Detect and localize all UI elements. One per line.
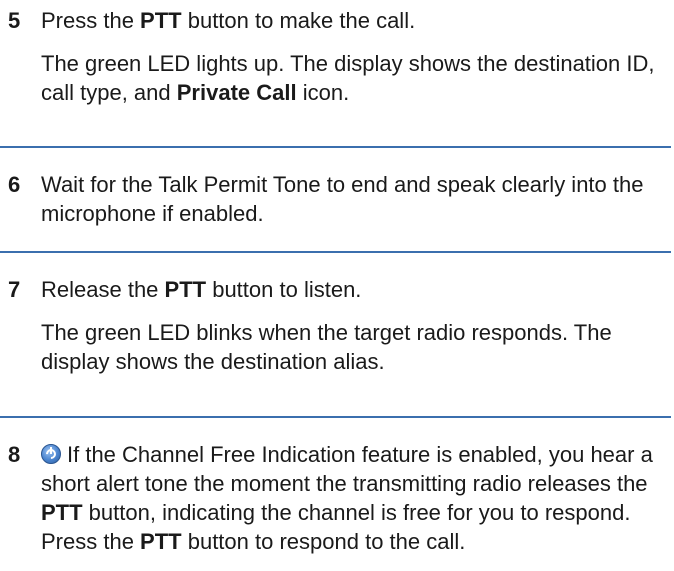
- ptt-label: PTT: [140, 529, 182, 554]
- step-instruction: Press the PTT button to make the call.: [41, 8, 416, 33]
- manual-page: 5 Press the PTT button to make the call.…: [0, 0, 674, 571]
- step-body: Release the PTT button to listen. The gr…: [41, 275, 670, 376]
- step-body: Press the PTT button to make the call. T…: [41, 6, 670, 107]
- ptt-label: PTT: [41, 500, 83, 525]
- step-body: If the Channel Free Indication feature i…: [41, 440, 670, 556]
- step-divider: [0, 416, 671, 418]
- step-instruction: Wait for the Talk Permit Tone to end and…: [41, 172, 644, 226]
- ptt-label: PTT: [140, 8, 182, 33]
- step-number: 6: [8, 172, 21, 197]
- step-number: 8: [8, 442, 21, 467]
- step-divider: [0, 146, 671, 148]
- step-result: The green LED lights up. The display sho…: [41, 51, 655, 105]
- step-number: 5: [8, 8, 21, 33]
- channel-free-indication-icon: [41, 444, 61, 464]
- step-body: Wait for the Talk Permit Tone to end and…: [41, 170, 670, 228]
- ptt-label: PTT: [164, 277, 207, 302]
- step-divider: [0, 251, 671, 253]
- step-instruction: If the Channel Free Indication feature i…: [41, 442, 653, 554]
- step-instruction: Release the PTT button to listen.: [41, 277, 362, 302]
- step-result: The green LED blinks when the target rad…: [41, 320, 612, 374]
- private-call-label: Private Call: [176, 80, 297, 105]
- step-number: 7: [8, 277, 21, 302]
